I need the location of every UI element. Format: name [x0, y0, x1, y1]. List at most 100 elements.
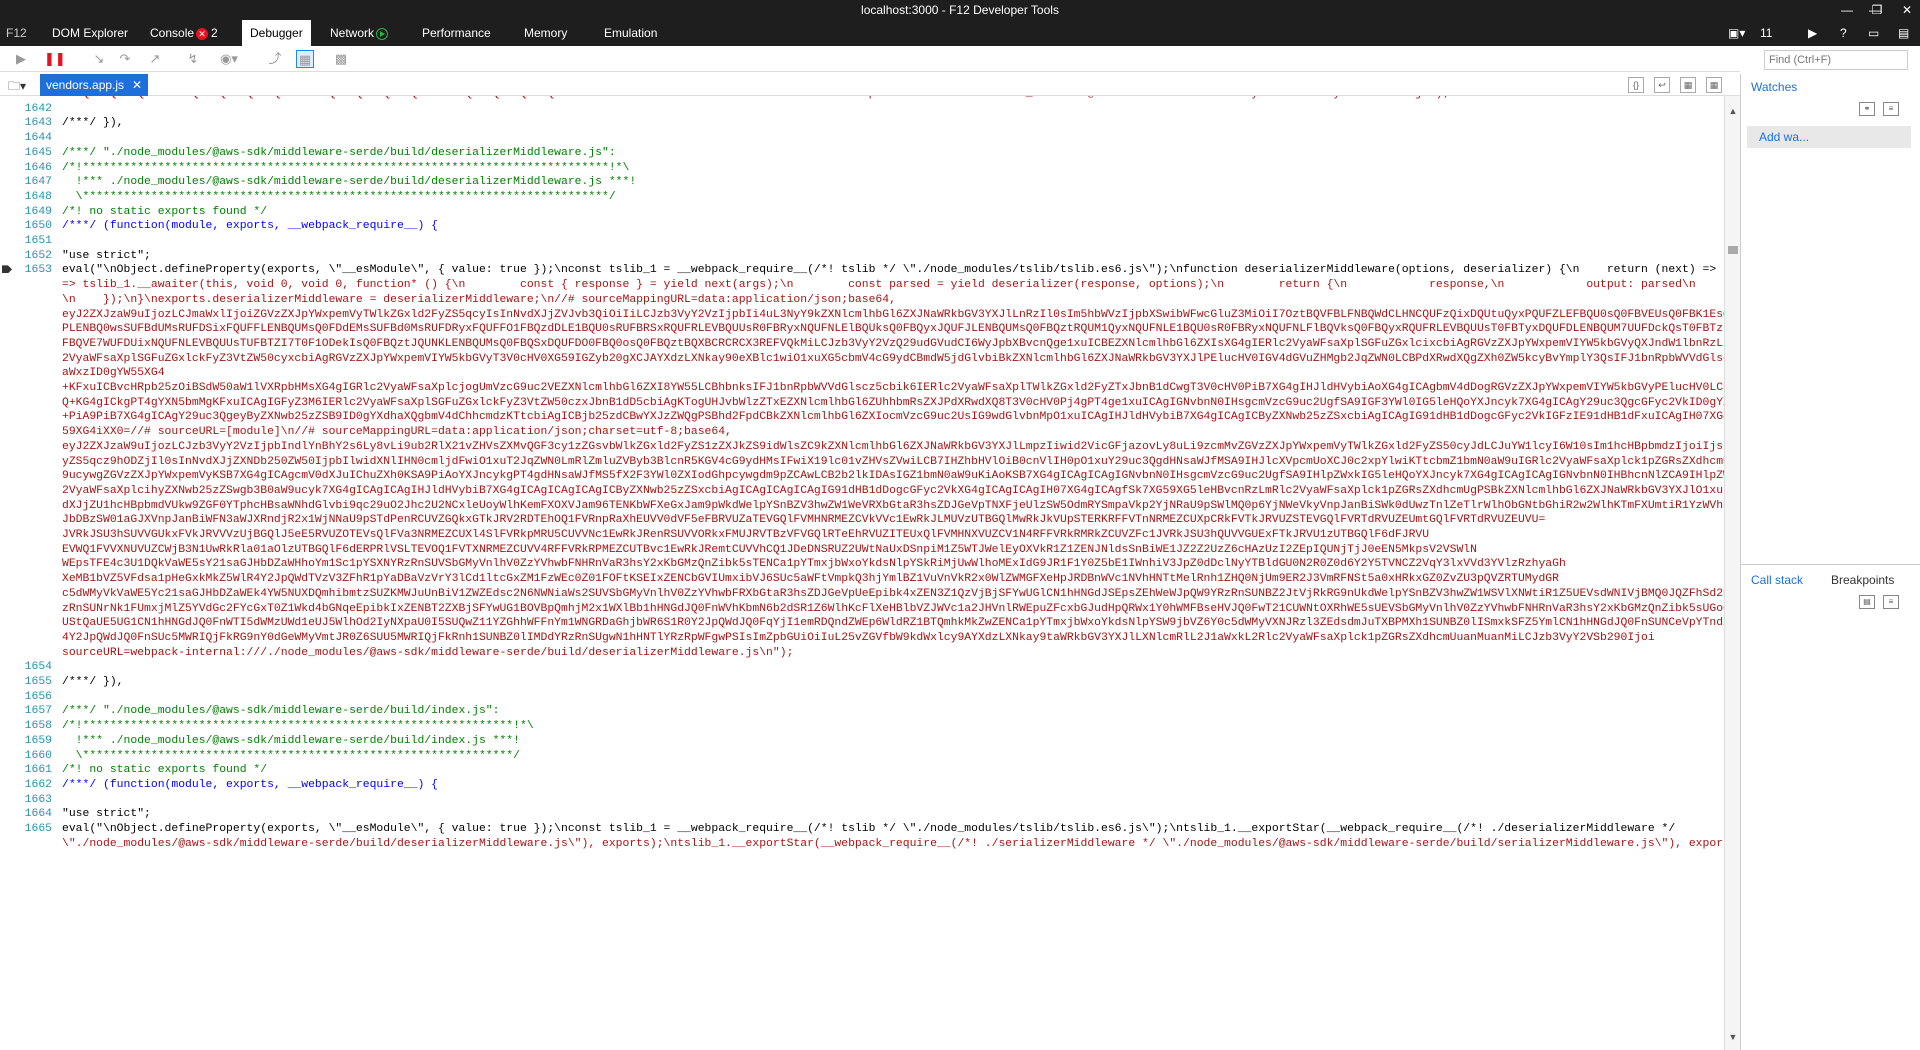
step-over-icon[interactable]: ↷	[116, 50, 134, 68]
line-number[interactable]: 1661	[0, 764, 52, 776]
scrollbar-thumb[interactable]	[1728, 246, 1738, 254]
code-text: 2VyaWFsaXplcihyZXNwb25zZSwgb3B0aW9ucyk7X…	[62, 484, 1724, 497]
f12-label: F12	[6, 26, 27, 40]
minimize-glyph-icon[interactable]: —	[1832, 0, 1862, 20]
close-icon[interactable]: ✕	[132, 74, 142, 96]
find-input[interactable]	[1764, 50, 1908, 70]
file-tab-label: vendors.app.js	[46, 78, 125, 92]
scroll-up-icon[interactable]: ▲	[1725, 106, 1741, 116]
tab-console[interactable]: Console ✕ 2	[142, 20, 226, 46]
tab-breakpoints[interactable]: Breakpoints	[1831, 573, 1894, 587]
code-text: \"./node_modules/@aws-sdk/middleware-ser…	[62, 837, 1724, 850]
line-number[interactable]: 1664	[0, 808, 52, 820]
line-number[interactable]: 1663	[0, 794, 52, 806]
line-number[interactable]: 1649	[0, 206, 52, 218]
source-map-icon[interactable]: ▦	[1706, 77, 1722, 93]
code-text: 0E7QUFDQTtBQUNBO0FBQ0E7QUFDQTtBQUNBO0FBQ…	[62, 96, 1450, 100]
line-number[interactable]: 1644	[0, 132, 52, 144]
watches-title[interactable]: Watches	[1751, 80, 1797, 94]
code-text: !*** ./node_modules/@aws-sdk/middleware-…	[62, 176, 637, 189]
editor-scrollbar[interactable]: ▲ ▼	[1724, 96, 1740, 1050]
format-icon[interactable]: ▩	[332, 50, 350, 68]
code-text: 4Y2JpQWdJQ0FnSUc5MWRIQjFkRG9nY0dGeWMyVmt…	[62, 631, 1655, 644]
code-text: WEpsTFE4c3U1DQkVaWE5sY21saGJHbDZaWHhoYm1…	[62, 558, 1566, 571]
disable-breakpoints-icon[interactable]: ⤴	[266, 50, 284, 68]
window-title: localhost:3000 - F12 Developer Tools	[861, 3, 1059, 17]
tab-debugger[interactable]: Debugger	[242, 20, 311, 46]
tab-emulation[interactable]: Emulation	[596, 20, 665, 46]
tab-label: Emulation	[604, 26, 658, 40]
folder-menu-icon[interactable]: 🗀▾	[8, 77, 26, 98]
line-number[interactable]: 1665	[0, 823, 52, 835]
line-number[interactable]: 1660	[0, 750, 52, 762]
file-tab[interactable]: vendors.app.js ✕	[40, 74, 149, 96]
break-on-new-worker-icon[interactable]: ↯	[184, 50, 202, 68]
add-watch-icon[interactable]: ⚭	[1859, 102, 1875, 116]
line-number[interactable]: 1656	[0, 691, 52, 703]
step-out-icon[interactable]: ↗	[146, 50, 164, 68]
continue-icon[interactable]: ▶	[12, 50, 30, 68]
show-async-icon[interactable]: ▤	[1859, 595, 1875, 609]
pretty-print-icon[interactable]: {}	[1628, 77, 1644, 93]
just-my-code-icon[interactable]: ▦	[296, 50, 314, 68]
line-number[interactable]: 1647	[0, 176, 52, 188]
code-editor[interactable]: 0E7QUFDQTtBQUNBO0FBQ0E7QUFDQTtBQUNBO0FBQ…	[0, 96, 1724, 1050]
line-number[interactable]: 1648	[0, 191, 52, 203]
tab-memory[interactable]: Memory	[516, 20, 575, 46]
tab-label: DOM Explorer	[52, 26, 129, 40]
console-toggle-icon[interactable]: ▶	[1808, 20, 1817, 46]
code-text: eval("\nObject.defineProperty(exports, \…	[62, 264, 1724, 277]
tab-dom-explorer[interactable]: DOM Explorer	[44, 20, 136, 46]
code-text: +KFxuICBvcHRpb25zOiBSdW50aW1lVXRpbHMsXG4…	[62, 382, 1724, 394]
file-tabs: 🗀▾ vendors.app.js ✕ {} ↩ ▦ ▦	[0, 74, 1740, 96]
line-number[interactable]: 1652	[0, 250, 52, 262]
line-number[interactable]: 1658	[0, 720, 52, 732]
code-text: eyJ2ZXJzaW9uIjozLCJmaWxlIjoiZGVzZXJpYWxp…	[62, 308, 1724, 321]
code-text: /*!*************************************…	[62, 720, 534, 733]
tab-network[interactable]: Network	[322, 20, 396, 46]
scroll-down-icon[interactable]: ▼	[1725, 1032, 1741, 1042]
line-number[interactable]: 1654	[0, 661, 52, 673]
code-text: /***/ }),	[62, 117, 124, 130]
map-icon[interactable]: ▦	[1680, 77, 1696, 93]
line-number[interactable]: 1645	[0, 147, 52, 159]
code-text: /***/ }),	[62, 676, 124, 688]
tab-label: Console	[150, 26, 195, 40]
code-text: eyJ2ZXJzaW9uIjozLCJzb3VyY2VzIjpbIndlYnBh…	[62, 440, 1724, 453]
help-icon[interactable]: ?	[1840, 20, 1847, 46]
add-watch-button[interactable]: Add wa...	[1747, 126, 1911, 148]
line-number[interactable]: 1651	[0, 235, 52, 247]
code-text: /***/ "./node_modules/@aws-sdk/middlewar…	[62, 146, 616, 159]
device-count: 11	[1760, 26, 1773, 40]
delete-watches-icon[interactable]: ≡	[1883, 102, 1899, 116]
code-text: EVWQ1FVVXNUVUZCWjB3N1UwRkRla01aOlzUTBGQl…	[62, 543, 1477, 556]
line-number[interactable]: 1650	[0, 220, 52, 232]
code-text: JVRkJSU3hSUVVGUkxFVkJRVVVzUjBGQlJ5eE5RVU…	[62, 529, 1430, 541]
show-library-frames-icon[interactable]: ≡	[1883, 595, 1899, 609]
monitor-icon[interactable]: ▣▾	[1728, 20, 1745, 46]
exception-behavior-icon[interactable]: ◉▾	[220, 50, 238, 68]
close-icon[interactable]: ✕	[1892, 0, 1920, 20]
line-number[interactable]: 1653	[0, 264, 52, 276]
code-text: dXJjZU1hcHBpbmdVUkw9ZGF0YTphcHBsaWNhdGlv…	[62, 499, 1724, 512]
code-text: "use strict";	[62, 249, 151, 262]
dock-icon[interactable]: ▤	[1898, 20, 1909, 46]
line-number[interactable]: 1643	[0, 117, 52, 129]
line-number[interactable]: 1642	[0, 103, 52, 115]
line-number[interactable]: 1657	[0, 705, 52, 717]
tab-call-stack[interactable]: Call stack	[1751, 573, 1803, 587]
line-number[interactable]: 1659	[0, 735, 52, 747]
break-icon[interactable]: ❚❚	[44, 50, 66, 68]
call-stack-pane: Call stack Breakpoints ▤ ≡	[1741, 564, 1920, 1050]
line-number[interactable]: 1655	[0, 676, 52, 688]
unpin-icon[interactable]: ▭	[1868, 20, 1879, 46]
restore-icon[interactable]: ❐	[1862, 0, 1892, 20]
line-number[interactable]: 1662	[0, 779, 52, 791]
line-number[interactable]: 1646	[0, 162, 52, 174]
code-text: \***************************************…	[62, 190, 616, 203]
word-wrap-icon[interactable]: ↩	[1654, 77, 1670, 93]
debugger-toolbar: ▶ ❚❚ ↘ ↷ ↗ ↯ ◉▾ ⤴ ▦ ▩	[0, 46, 1740, 72]
step-into-icon[interactable]: ↘	[90, 50, 108, 68]
tab-label: Debugger	[250, 26, 303, 40]
tab-performance[interactable]: Performance	[414, 20, 499, 46]
